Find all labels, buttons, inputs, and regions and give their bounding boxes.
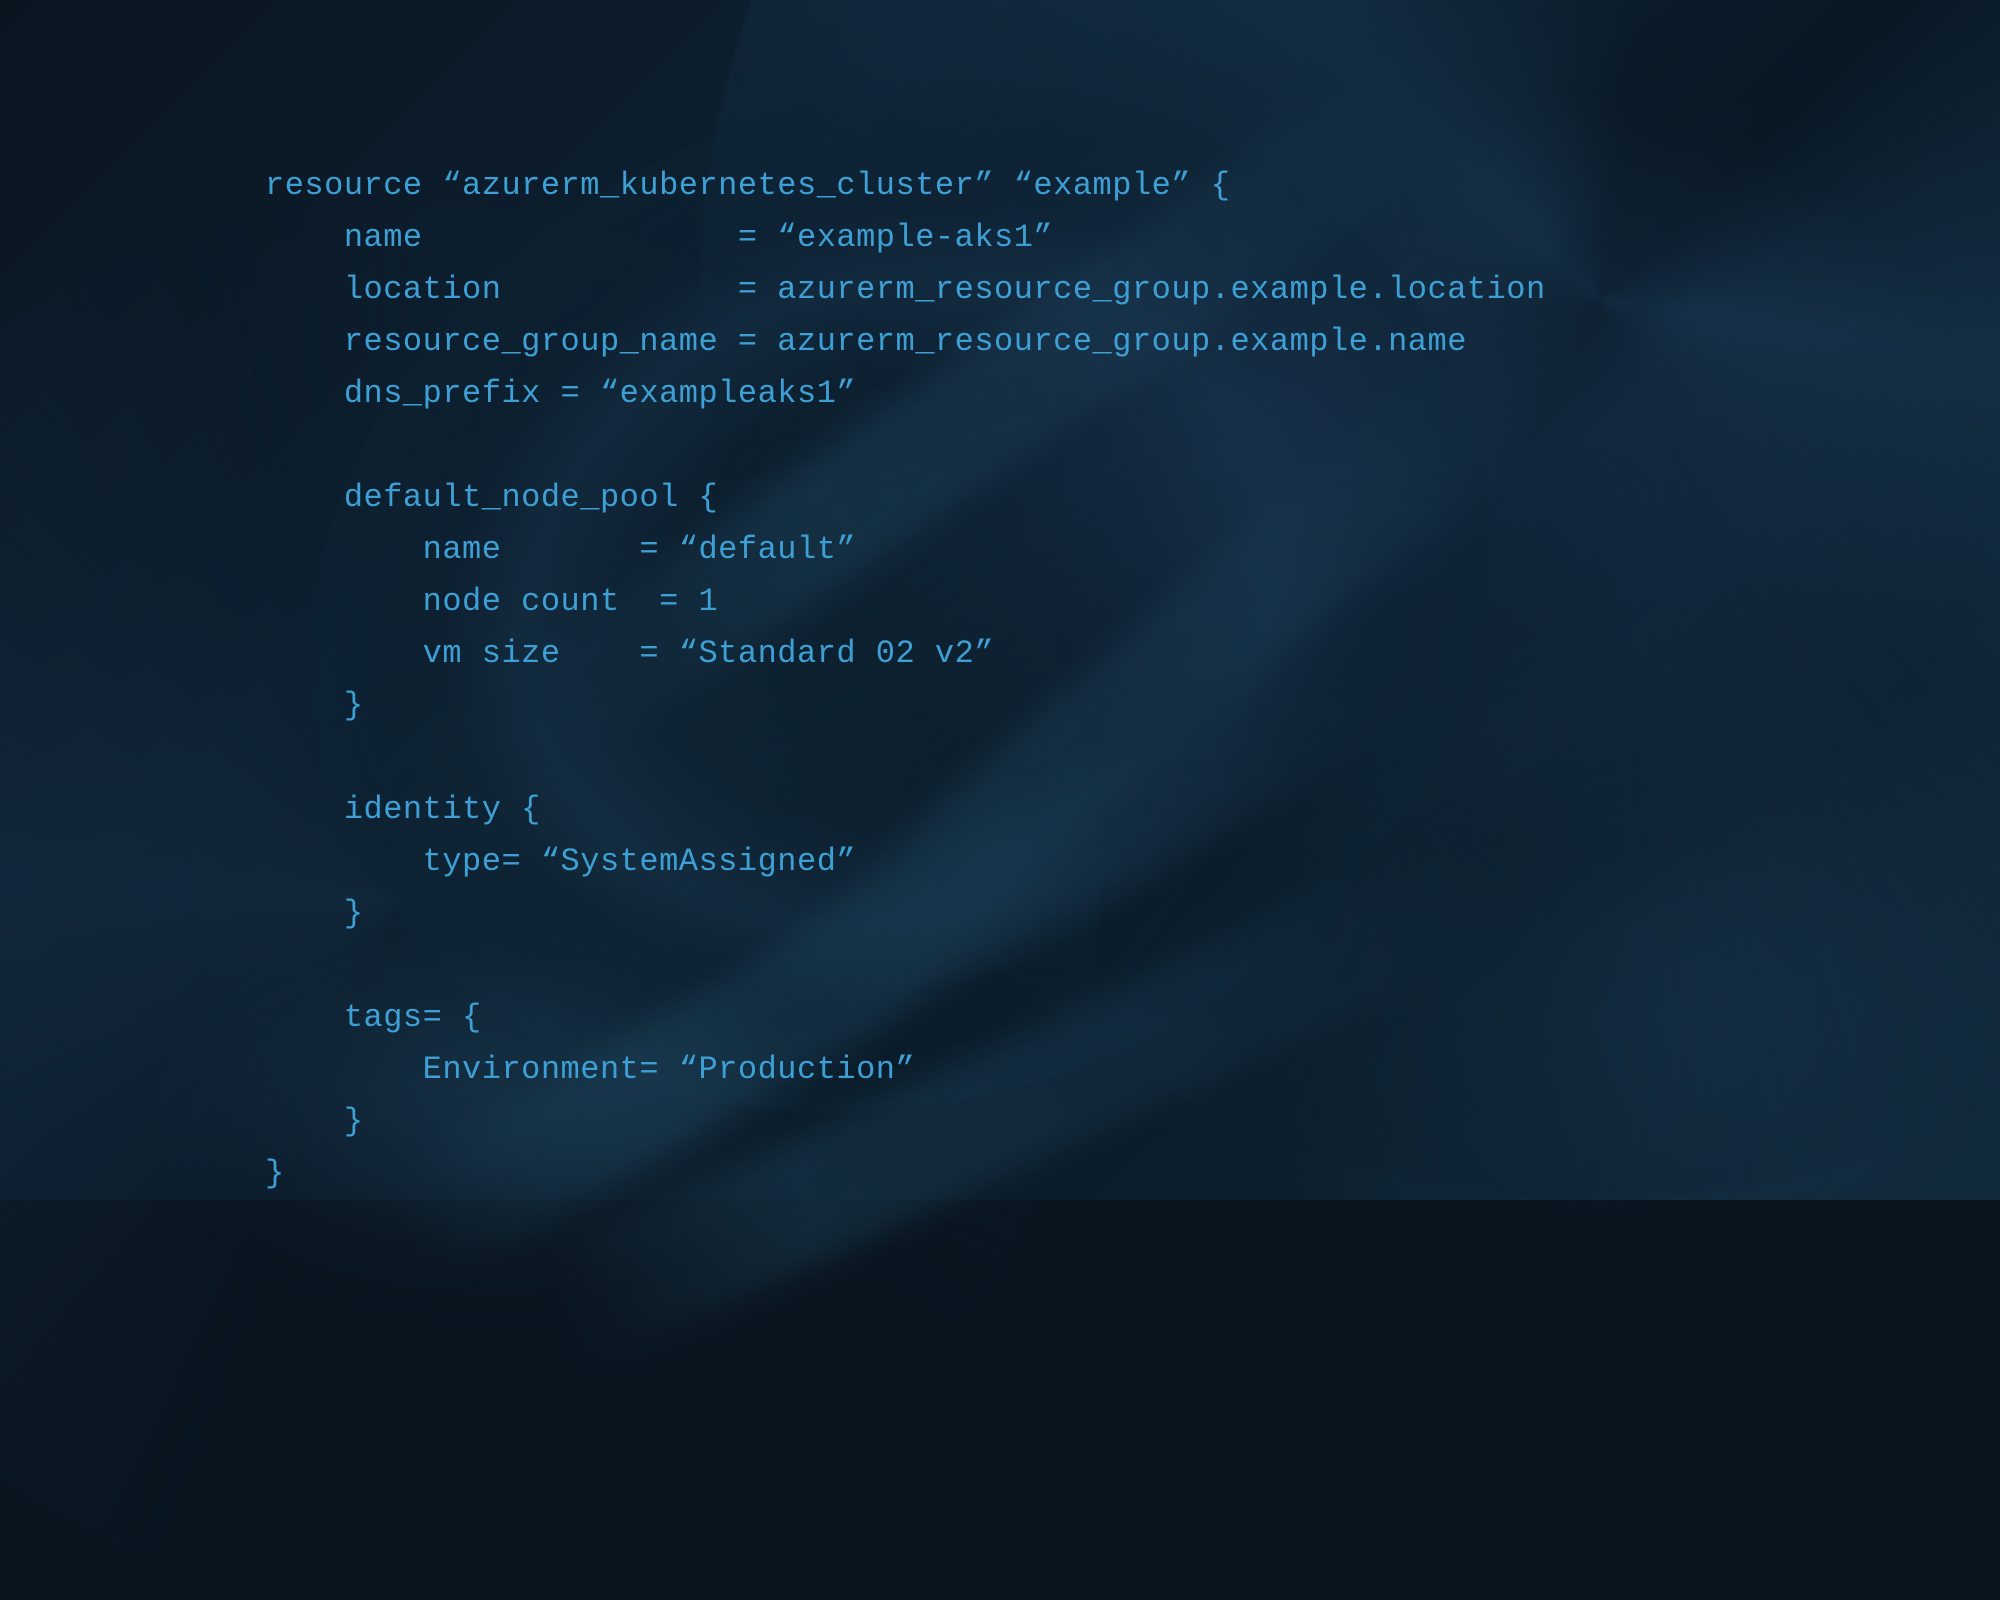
code-line: type= “SystemAssigned” (265, 843, 856, 880)
code-line: Environment= “Production” (265, 1051, 915, 1088)
code-line: identity { (265, 791, 541, 828)
code-line: name = “example-aks1” (265, 219, 1053, 256)
code-line: name = “default” (265, 531, 856, 568)
code-line: vm size = “Standard 02 v2” (265, 635, 994, 672)
terraform-code-block: resource “azurerm_kubernetes_cluster” “e… (265, 160, 1546, 1200)
code-line: tags= { (265, 999, 482, 1036)
code-line: } (265, 1103, 364, 1140)
code-line: resource “azurerm_kubernetes_cluster” “e… (265, 167, 1230, 204)
code-line: } (265, 687, 364, 724)
code-line: node count = 1 (265, 583, 718, 620)
code-line: } (265, 1155, 285, 1192)
code-container: resource “azurerm_kubernetes_cluster” “e… (265, 160, 1546, 1200)
code-line: resource_group_name = azurerm_resource_g… (265, 323, 1467, 360)
code-line: location = azurerm_resource_group.exampl… (265, 271, 1546, 308)
code-line: } (265, 895, 364, 932)
code-line: dns_prefix = “exampleaks1” (265, 375, 856, 412)
code-line: default_node_pool { (265, 479, 718, 516)
